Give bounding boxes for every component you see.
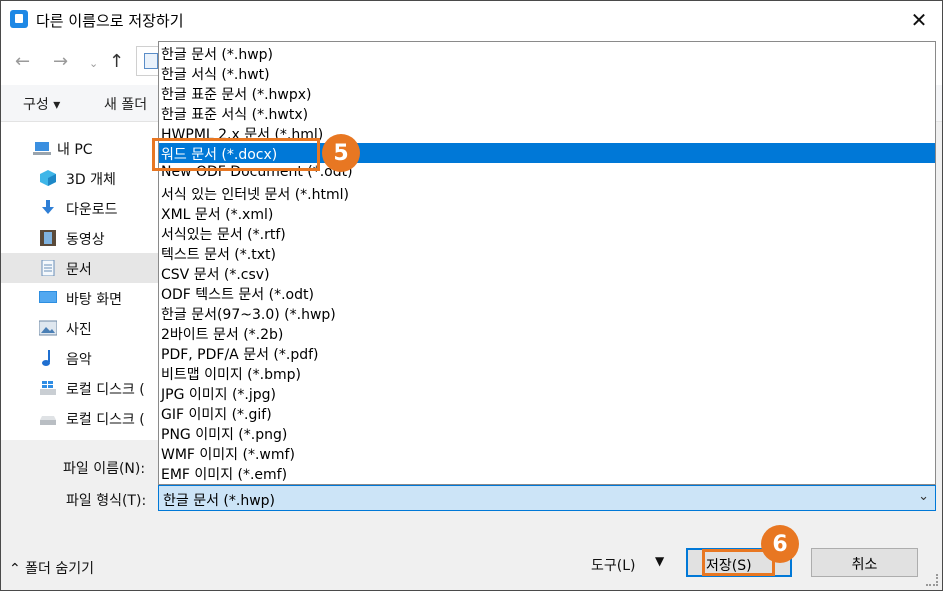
filetype-option[interactable]: 한글 문서(97~3.0) (*.hwp) — [159, 303, 935, 323]
sidebar-item-documents[interactable]: 문서 — [1, 253, 159, 283]
filetype-option-label: ODF 텍스트 문서 (*.odt) — [161, 287, 314, 303]
tools-caret-icon[interactable]: ▼ — [655, 554, 664, 568]
picture-icon — [39, 320, 57, 336]
windows-drive-icon — [40, 381, 56, 395]
filetype-option[interactable]: 서식있는 문서 (*.rtf) — [159, 223, 935, 243]
filetype-option[interactable]: WMF 이미지 (*.wmf) — [159, 443, 935, 463]
sidebar-item-label: 바탕 화면 — [66, 292, 122, 308]
sidebar-item-desktop[interactable]: 바탕 화면 — [1, 283, 159, 313]
sidebar-item-label: 동영상 — [66, 232, 105, 248]
filetype-option[interactable]: 비트맵 이미지 (*.bmp) — [159, 363, 935, 383]
folder-location-icon — [144, 53, 158, 69]
filetype-option[interactable]: GIF 이미지 (*.gif) — [159, 403, 935, 423]
save-as-dialog: 다른 이름으로 저장하기 ✕ ← → ⌄ ↑ 구성 ▾ 새 폴더 내 PC 3D… — [0, 0, 943, 591]
filetype-option[interactable]: PNG 이미지 (*.png) — [159, 423, 935, 443]
filetype-option-label: GIF 이미지 (*.gif) — [161, 407, 272, 423]
download-icon — [42, 200, 54, 214]
filetype-option-label: 서식있는 문서 (*.rtf) — [161, 227, 286, 243]
filetype-option-label: JPG 이미지 (*.jpg) — [161, 387, 276, 403]
cancel-button[interactable]: 취소 — [811, 548, 918, 577]
forward-arrow-icon[interactable]: → — [53, 51, 68, 72]
filetype-option-label: EMF 이미지 (*.emf) — [161, 467, 288, 483]
filetype-dropdown-list: 한글 문서 (*.hwp) 한글 서식 (*.hwt) 한글 표준 문서 (*.hw… — [158, 41, 936, 485]
cube-icon — [40, 170, 56, 186]
sidebar-item-label: 3D 개체 — [66, 172, 116, 188]
sidebar-item-label: 사진 — [66, 322, 92, 338]
sidebar-item-3d-objects[interactable]: 3D 개체 — [1, 163, 159, 193]
filetype-option[interactable]: ODF 텍스트 문서 (*.odt) — [159, 283, 935, 303]
filetype-option[interactable]: 서식 있는 인터넷 문서 (*.html) — [159, 183, 935, 203]
app-icon — [10, 10, 28, 28]
title-bar: 다른 이름으로 저장하기 ✕ — [1, 1, 942, 39]
filetype-option[interactable]: PDF, PDF/A 문서 (*.pdf) — [159, 343, 935, 363]
close-icon: ✕ — [910, 8, 928, 32]
filetype-option[interactable]: 한글 문서 (*.hwp) — [159, 43, 935, 63]
close-button[interactable]: ✕ — [896, 1, 942, 39]
sidebar-item-downloads[interactable]: 다운로드 — [1, 193, 159, 223]
sidebar-item-videos[interactable]: 동영상 — [1, 223, 159, 253]
recent-locations-chevron-icon[interactable]: ⌄ — [89, 57, 98, 70]
filetype-option[interactable]: 한글 표준 문서 (*.hwpx) — [159, 83, 935, 103]
sidebar-item-label: 내 PC — [57, 142, 93, 158]
navigation-pane: 내 PC 3D 개체 다운로드 동영상 문서 바탕 화면 사진 음악 로컬 디스… — [1, 122, 159, 440]
filetype-option-label: 비트맵 이미지 (*.bmp) — [161, 367, 301, 383]
filetype-option-label: CSV 문서 (*.csv) — [161, 267, 270, 283]
new-folder-button[interactable]: 새 폴더 — [104, 94, 147, 114]
filetype-option-label: 한글 문서(97~3.0) (*.hwp) — [161, 307, 336, 323]
back-arrow-icon[interactable]: ← — [15, 51, 30, 72]
computer-icon — [33, 142, 51, 155]
filetype-option-label: 한글 표준 서식 (*.hwtx) — [161, 107, 309, 123]
filetype-option[interactable]: XML 문서 (*.xml) — [159, 203, 935, 223]
sidebar-item-label: 음악 — [66, 352, 92, 368]
sidebar-item-pictures[interactable]: 사진 — [1, 313, 159, 343]
filetype-option-label: WMF 이미지 (*.wmf) — [161, 447, 295, 463]
cancel-button-label: 취소 — [851, 557, 878, 573]
step5-badge: 5 — [322, 134, 360, 172]
filetype-label: 파일 형식(T): — [66, 493, 147, 509]
sidebar-item-local-disk-c[interactable]: 로컬 디스크 ( — [1, 373, 159, 403]
filetype-option-label: 한글 문서 (*.hwp) — [161, 47, 274, 63]
filetype-option-label: 서식 있는 인터넷 문서 (*.html) — [161, 187, 349, 203]
sidebar-item-this-pc[interactable]: 내 PC — [1, 133, 159, 163]
document-icon — [41, 260, 55, 276]
hide-folders-button[interactable]: ⌃ 폴더 숨기기 — [9, 558, 94, 578]
filetype-option[interactable]: 한글 표준 서식 (*.hwtx) — [159, 103, 935, 123]
tools-button[interactable]: 도구(L) — [591, 555, 635, 575]
filetype-option[interactable]: JPG 이미지 (*.jpg) — [159, 383, 935, 403]
sidebar-item-label: 로컬 디스크 ( — [66, 412, 145, 428]
sidebar-item-label: 문서 — [66, 262, 92, 278]
sidebar-item-local-disk-d[interactable]: 로컬 디스크 ( — [1, 403, 159, 433]
step6-badge: 6 — [761, 525, 799, 563]
filetype-option-label: XML 문서 (*.xml) — [161, 207, 274, 223]
filetype-option[interactable]: EMF 이미지 (*.emf) — [159, 463, 935, 483]
drive-icon — [40, 416, 56, 425]
filetype-option-label: PNG 이미지 (*.png) — [161, 427, 288, 443]
desktop-icon — [39, 291, 57, 303]
filetype-option-label: 한글 표준 문서 (*.hwpx) — [161, 87, 312, 103]
sidebar-item-music[interactable]: 음악 — [1, 343, 159, 373]
filetype-option[interactable]: 텍스트 문서 (*.txt) — [159, 243, 935, 263]
filename-label: 파일 이름(N): — [63, 461, 146, 477]
filetype-option[interactable]: CSV 문서 (*.csv) — [159, 263, 935, 283]
filetype-option-label: 한글 서식 (*.hwt) — [161, 67, 270, 83]
organize-button[interactable]: 구성 ▾ — [23, 94, 60, 114]
filetype-option[interactable]: 2바이트 문서 (*.2b) — [159, 323, 935, 343]
filetype-selected-value: 한글 문서 (*.hwp) — [163, 493, 276, 509]
filetype-option[interactable]: 한글 서식 (*.hwt) — [159, 63, 935, 83]
filetype-option-label: 2바이트 문서 (*.2b) — [161, 327, 284, 343]
resize-grip[interactable] — [926, 574, 938, 586]
sidebar-item-label: 로컬 디스크 ( — [66, 382, 145, 398]
filetype-option-label: 텍스트 문서 (*.txt) — [161, 247, 276, 263]
step5-highlight-box — [152, 138, 320, 171]
music-icon — [42, 350, 50, 366]
chevron-down-icon: ⌄ — [918, 489, 929, 504]
filetype-option-label: PDF, PDF/A 문서 (*.pdf) — [161, 347, 319, 363]
filetype-select[interactable]: 한글 문서 (*.hwp) ⌄ — [158, 485, 936, 511]
film-icon — [40, 230, 56, 246]
up-arrow-icon[interactable]: ↑ — [109, 51, 124, 72]
sidebar-item-label: 다운로드 — [66, 202, 118, 218]
dialog-title: 다른 이름으로 저장하기 — [36, 12, 184, 30]
